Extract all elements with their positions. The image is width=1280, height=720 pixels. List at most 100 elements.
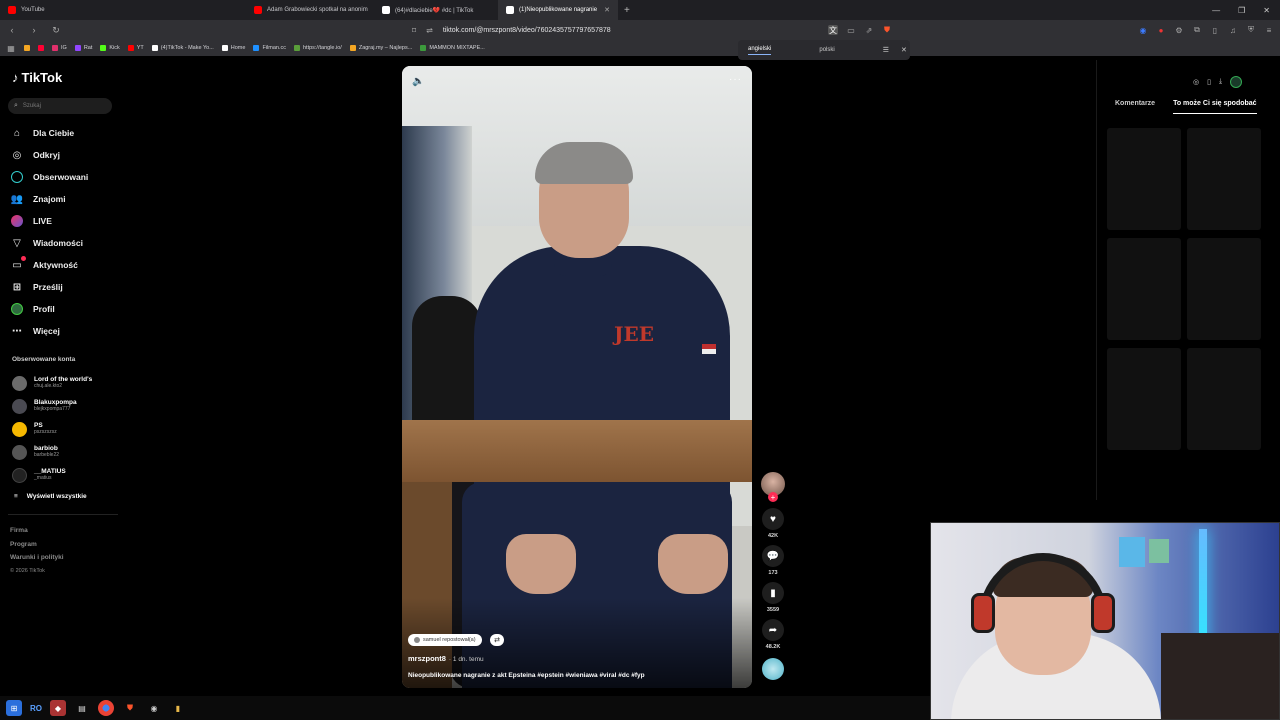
nav-item-friends[interactable]: 👥 Znajomi xyxy=(10,188,120,210)
bookmark-item[interactable]: (4)TikTok - Make Yo... xyxy=(151,45,214,51)
new-tab-button[interactable]: + xyxy=(618,5,636,16)
chrome-icon[interactable] xyxy=(98,700,114,716)
forward-icon[interactable]: › xyxy=(28,25,40,35)
apps-grid-icon[interactable]: ▦ xyxy=(6,43,16,53)
nav-item-activity[interactable]: ▭ Aktywność xyxy=(10,254,120,276)
share-icon[interactable]: ⇗ xyxy=(864,25,874,35)
bookmark-icon[interactable]: ⌑ xyxy=(412,26,416,35)
bookmark-item[interactable]: Zagraj.my – Najleps... xyxy=(349,45,412,51)
followed-account[interactable]: PS pszszszsz xyxy=(12,418,118,441)
followed-account[interactable]: barbiob barbeble22 xyxy=(12,441,118,464)
nav-item-upload[interactable]: ⊞ Prześlij xyxy=(10,276,120,298)
followed-account[interactable]: Lord of the world's chuj.ale.kto2 xyxy=(12,372,118,395)
recommended-video-placeholder[interactable] xyxy=(1107,128,1181,230)
bookmark-item[interactable] xyxy=(24,45,30,51)
start-icon[interactable]: ⊞ xyxy=(6,700,22,716)
bookmark-item[interactable]: Filman.cc xyxy=(253,45,286,51)
nav-item-more[interactable]: ⋯ Więcej xyxy=(10,320,120,342)
like-button[interactable]: ♥ 42K xyxy=(762,508,784,539)
sidebar-toggle-icon[interactable]: ▯ xyxy=(1210,25,1220,35)
bookmark-favicon-icon xyxy=(38,45,44,51)
notepad-icon[interactable]: ▤ xyxy=(74,700,90,716)
follow-plus-icon[interactable]: + xyxy=(768,492,778,502)
maximize-icon[interactable]: ❐ xyxy=(1238,6,1245,15)
tab-comments[interactable]: Komentarze xyxy=(1115,100,1155,114)
bookmark-item[interactable]: Home xyxy=(221,45,245,51)
media-icon[interactable]: ♫ xyxy=(1228,25,1238,35)
repost-badge[interactable]: samuel repostował(a) xyxy=(408,634,482,646)
cast-icon[interactable]: ▭ xyxy=(846,25,856,35)
brave-icon[interactable]: ⛊ xyxy=(122,700,138,716)
tiktok-logo[interactable]: ♪ TikTok xyxy=(12,70,62,85)
translate-close-icon[interactable]: ✕ xyxy=(901,46,907,54)
game-app-icon[interactable]: ◆ xyxy=(50,700,66,716)
video-author[interactable]: mrszpont8 · 1 dn. temu xyxy=(408,654,484,663)
browser-tab[interactable]: Adam Grabowiecki spotkał na anonim xyxy=(124,0,374,20)
recommended-video-placeholder[interactable] xyxy=(1187,238,1261,340)
bookmark-item[interactable]: https://tangle.io/ xyxy=(293,45,342,51)
browser-tab-active[interactable]: (1)Nieopublikowane nagranie ✕ xyxy=(498,0,618,20)
nav-item-for-you[interactable]: ⌂ Dla Ciebie xyxy=(10,122,120,144)
tiktok-sidebar: ♪ TikTok ⌕ Szukaj ⌂ Dla Ciebie ◎ Odkryj … xyxy=(0,56,122,696)
bookmark-item[interactable]: YT xyxy=(127,45,144,51)
nav-item-explore[interactable]: ◎ Odkryj xyxy=(10,144,120,166)
bookmark-item[interactable]: IG xyxy=(52,45,67,51)
volume-icon[interactable]: 🔈 xyxy=(412,76,424,87)
bookmark-item[interactable]: MAMMON MIXTAPE... xyxy=(420,45,485,51)
bookmark-item[interactable]: Kick xyxy=(100,45,120,51)
recommended-video-placeholder[interactable] xyxy=(1107,238,1181,340)
folder-icon[interactable]: ▮ xyxy=(170,700,186,716)
obs-icon[interactable]: ◉ xyxy=(146,700,162,716)
translate-menu-icon[interactable]: ☰ xyxy=(883,46,889,54)
recommended-video-placeholder[interactable] xyxy=(1187,128,1261,230)
author-avatar[interactable]: + xyxy=(761,472,785,502)
recommended-video-placeholder[interactable] xyxy=(1187,348,1261,450)
site-info-icon[interactable]: ⇌ xyxy=(426,26,433,35)
right-panel-icons: ◎ ▯ ⤓ xyxy=(1193,76,1243,88)
nav-item-following[interactable]: Obserwowani xyxy=(10,166,120,188)
bookmark-item[interactable]: Rat xyxy=(74,45,92,51)
extension-red-icon[interactable]: ● xyxy=(1156,25,1166,35)
search-input[interactable]: ⌕ Szukaj xyxy=(8,98,112,114)
bookmark-item[interactable] xyxy=(38,45,44,51)
puzzle-icon[interactable]: ⧉ xyxy=(1192,25,1202,35)
tab-close-icon[interactable]: ✕ xyxy=(604,6,610,14)
repost-icon[interactable]: ⇄ xyxy=(490,634,504,646)
share-button[interactable]: ➦ 48.2K xyxy=(762,619,784,650)
reload-icon[interactable]: ↻ xyxy=(50,25,62,36)
wallet-icon[interactable]: ◉ xyxy=(1138,25,1148,35)
footer-link-company[interactable]: Firma xyxy=(10,524,64,538)
menu-icon[interactable]: ≡ xyxy=(1264,25,1274,35)
translate-to-language[interactable]: polski xyxy=(819,47,834,53)
nav-item-live[interactable]: LIVE xyxy=(10,210,120,232)
footer-link-terms[interactable]: Warunki i polityki xyxy=(10,551,64,565)
brave-shield-icon[interactable]: ⛊ xyxy=(882,25,892,35)
compass-small-icon[interactable]: ◎ xyxy=(1193,78,1199,86)
minimize-icon[interactable]: — xyxy=(1212,6,1220,15)
url-field[interactable]: ⌑ ⇌ tiktok.com/@mrszpont8/video/76024357… xyxy=(412,26,611,35)
more-options-icon[interactable]: ··· xyxy=(729,74,742,85)
translate-from-language[interactable]: angielski xyxy=(748,46,772,55)
close-window-icon[interactable]: ✕ xyxy=(1263,6,1270,15)
download-icon[interactable]: ⤓ xyxy=(1219,78,1222,86)
back-icon[interactable]: ‹ xyxy=(6,25,18,35)
tab-recommended[interactable]: To może Ci się spodobać xyxy=(1173,100,1257,114)
music-disc-icon[interactable] xyxy=(762,658,784,680)
followed-account[interactable]: Blakuxpompa blejkxpompa777 xyxy=(12,395,118,418)
phone-icon[interactable]: ▯ xyxy=(1207,78,1211,86)
browser-tab[interactable]: YouTube xyxy=(0,0,124,20)
footer-link-program[interactable]: Program xyxy=(10,538,64,552)
nav-item-messages[interactable]: ▽ Wiadomości xyxy=(10,232,120,254)
followed-account[interactable]: __MATIUS _matius xyxy=(12,464,118,487)
vpn-icon[interactable]: ⛨ xyxy=(1246,25,1256,35)
save-button[interactable]: ▮ 3559 xyxy=(762,582,784,613)
extension-icon[interactable]: ⚙ xyxy=(1174,25,1184,35)
user-avatar-icon[interactable] xyxy=(1230,76,1243,88)
comment-button[interactable]: 💬 173 xyxy=(762,545,784,576)
browser-tab[interactable]: (64)#dlaciebie💔 #dc | TikTok xyxy=(374,0,498,20)
translate-icon[interactable]: 文 xyxy=(828,25,838,35)
video-player[interactable]: JEE 🔈 ··· samuel repostował(a) ⇄ mrszpon… xyxy=(402,66,752,688)
show-all-button[interactable]: ≡ Wyświetl wszystkie xyxy=(12,487,118,505)
nav-item-profile[interactable]: Profil xyxy=(10,298,120,320)
recommended-video-placeholder[interactable] xyxy=(1107,348,1181,450)
